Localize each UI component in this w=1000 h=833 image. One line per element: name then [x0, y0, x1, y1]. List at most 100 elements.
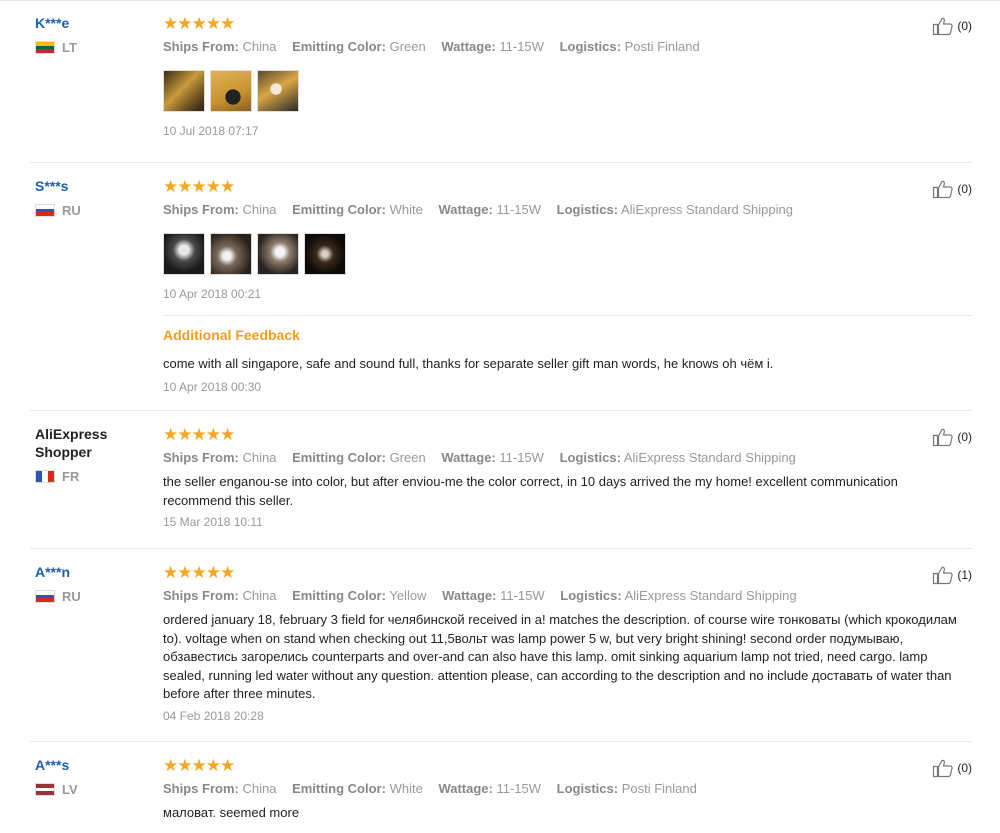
- reviewer-name-link[interactable]: A***n: [35, 563, 155, 581]
- flag-ru-icon: [35, 204, 55, 217]
- review-date: 10 Apr 2018 00:21: [163, 287, 262, 301]
- reviewer-country: LV: [35, 782, 155, 797]
- country-code: LV: [62, 782, 78, 797]
- ships-from-value: China: [242, 39, 277, 54]
- reviewer-country: RU: [35, 589, 155, 604]
- review-photos: [163, 233, 978, 275]
- reviewer-country: FR: [35, 469, 155, 484]
- wattage-label: Wattage:: [438, 202, 493, 217]
- ships-from-value: China: [242, 781, 277, 796]
- reviewer-info: AliExpress Shopper FR: [35, 425, 155, 484]
- flag-lv-icon: [35, 783, 55, 796]
- review-body: ★★★★★ Ships From: China Emitting Color: …: [163, 14, 978, 140]
- order-attributes: Ships From: China Emitting Color: Green …: [163, 449, 978, 467]
- reviewer-info: S***s RU: [35, 177, 155, 218]
- review-item: S***s RU ★★★★★ Ships From: China Emittin…: [0, 163, 1000, 411]
- review-body: ★★★★★ Ships From: China Emitting Color: …: [163, 425, 978, 531]
- reviewer-name-link[interactable]: S***s: [35, 177, 155, 195]
- review-item: K***e LT ★★★★★ Ships From: China Emittin…: [0, 0, 1000, 163]
- wattage-value: 11-15W: [496, 781, 542, 796]
- star-rating: ★★★★★: [163, 14, 235, 33]
- thumbs-up-icon: [933, 17, 953, 36]
- ships-from-value: China: [242, 202, 277, 217]
- reviewer-info: K***e LT: [35, 14, 155, 55]
- review-body: ★★★★★ Ships From: China Emitting Color: …: [163, 563, 978, 725]
- wattage-label: Wattage:: [441, 450, 496, 465]
- review-item: A***n RU ★★★★★ Ships From: China Emittin…: [0, 549, 1000, 742]
- logistics-label: Logistics:: [556, 781, 619, 796]
- thumbs-up-icon: [933, 759, 953, 778]
- emitting-color-label: Emitting Color:: [292, 202, 386, 217]
- logistics-label: Logistics:: [559, 39, 621, 54]
- emitting-color-label: Emitting Color:: [292, 450, 386, 465]
- country-code: FR: [62, 469, 80, 484]
- logistics-value: AliExpress Standard Shipping: [623, 450, 796, 465]
- star-rating: ★★★★★: [163, 425, 235, 444]
- helpful-button[interactable]: (1): [932, 565, 972, 585]
- helpful-button[interactable]: (0): [932, 758, 972, 778]
- emitting-color-value: Yellow: [389, 588, 427, 603]
- review-text: ordered january 18, february 3 field for…: [163, 612, 957, 701]
- wattage-value: 11-15W: [496, 202, 542, 217]
- review-photo-thumbnail[interactable]: [163, 233, 205, 275]
- star-rating: ★★★★★: [163, 563, 235, 582]
- reviewer-name-link[interactable]: K***e: [35, 14, 155, 32]
- review-item: AliExpress Shopper FR ★★★★★ Ships From: …: [0, 411, 1000, 549]
- additional-feedback-text: come with all singapore, safe and sound …: [163, 356, 774, 371]
- logistics-value: AliExpress Standard Shipping: [624, 588, 797, 603]
- emitting-color-label: Emitting Color:: [292, 39, 386, 54]
- review-photo-thumbnail[interactable]: [210, 233, 252, 275]
- ships-from-value: China: [242, 588, 277, 603]
- helpful-count: (0): [957, 19, 972, 33]
- review-body: ★★★★★ Ships From: China Emitting Color: …: [163, 177, 978, 396]
- review-date: 10 Jul 2018 07:17: [163, 124, 259, 138]
- flag-fr-icon: [35, 470, 55, 483]
- helpful-button[interactable]: (0): [932, 16, 972, 36]
- review-photos: [163, 70, 978, 112]
- review-photo-thumbnail[interactable]: [163, 70, 205, 112]
- helpful-count: (0): [957, 430, 972, 444]
- order-attributes: Ships From: China Emitting Color: White …: [163, 201, 978, 219]
- helpful-button[interactable]: (0): [932, 179, 972, 199]
- emitting-color-label: Emitting Color:: [292, 588, 386, 603]
- wattage-value: 11-15W: [499, 39, 544, 54]
- review-photo-thumbnail[interactable]: [210, 70, 252, 112]
- emitting-color-label: Emitting Color:: [292, 781, 386, 796]
- thumbs-up-icon: [933, 428, 953, 447]
- reviewer-name-link[interactable]: A***s: [35, 756, 155, 774]
- country-code: LT: [62, 40, 77, 55]
- flag-lt-icon: [35, 41, 55, 54]
- wattage-label: Wattage:: [438, 781, 493, 796]
- review-photo-thumbnail[interactable]: [257, 233, 299, 275]
- logistics-value: Posti Finland: [624, 39, 700, 54]
- reviewer-country: RU: [35, 203, 155, 218]
- wattage-label: Wattage:: [441, 39, 496, 54]
- review-photo-thumbnail[interactable]: [257, 70, 299, 112]
- review-date: 04 Feb 2018 20:28: [163, 708, 264, 723]
- wattage-value: 11-15W: [500, 588, 545, 603]
- ships-from-label: Ships From:: [163, 781, 239, 796]
- emitting-color-value: Green: [389, 450, 426, 465]
- ships-from-label: Ships From:: [163, 39, 239, 54]
- ships-from-label: Ships From:: [163, 202, 239, 217]
- helpful-count: (1): [957, 568, 972, 582]
- review-body: ★★★★★ Ships From: China Emitting Color: …: [163, 756, 978, 823]
- logistics-value: Posti Finland: [621, 781, 697, 796]
- star-rating: ★★★★★: [163, 177, 235, 196]
- reviewer-info: A***n RU: [35, 563, 155, 604]
- wattage-label: Wattage:: [442, 588, 497, 603]
- review-photo-thumbnail[interactable]: [304, 233, 346, 275]
- review-item: A***s LV ★★★★★ Ships From: China Emittin…: [0, 742, 1000, 833]
- additional-feedback-title: Additional Feedback: [163, 327, 300, 343]
- helpful-count: (0): [957, 182, 972, 196]
- order-attributes: Ships From: China Emitting Color: Yellow…: [163, 587, 978, 605]
- reviewer-info: A***s LV: [35, 756, 155, 797]
- country-code: RU: [62, 589, 81, 604]
- logistics-label: Logistics:: [560, 588, 622, 603]
- emitting-color-value: White: [389, 781, 423, 796]
- thumbs-up-icon: [933, 180, 953, 199]
- review-text: the seller enganou-se into color, but af…: [163, 474, 898, 508]
- helpful-button[interactable]: (0): [932, 427, 972, 447]
- reviewer-name: AliExpress Shopper: [35, 426, 108, 460]
- review-date: 15 Mar 2018 10:11: [163, 515, 263, 529]
